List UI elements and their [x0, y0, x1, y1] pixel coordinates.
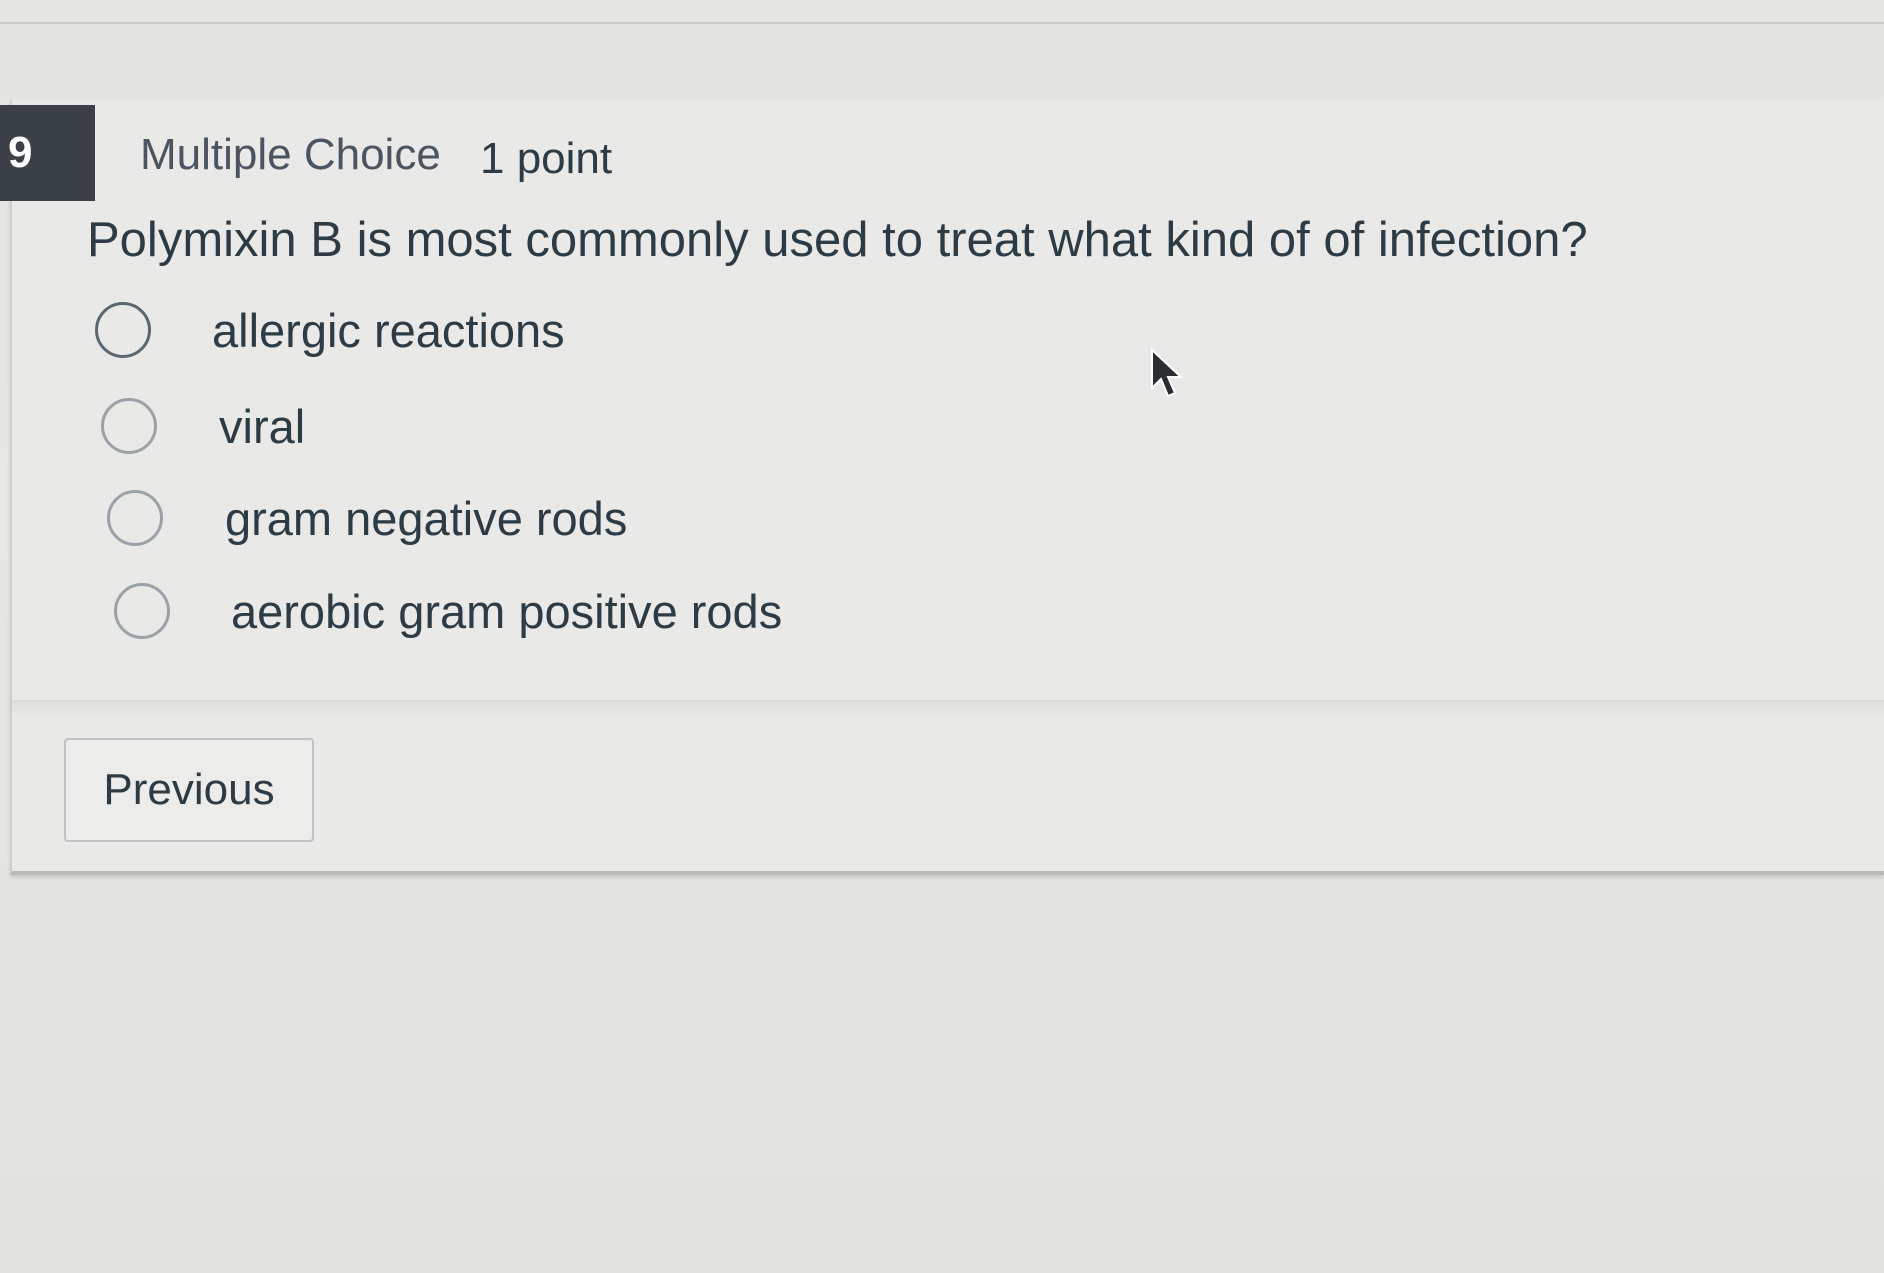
answer-option[interactable]: allergic reactions: [95, 302, 565, 358]
question-number: 9: [8, 128, 33, 177]
question-type-label: Multiple Choice: [140, 130, 441, 179]
radio-unchecked-icon[interactable]: [107, 490, 163, 546]
answer-option-label: viral: [219, 399, 306, 453]
radio-unchecked-icon[interactable]: [101, 398, 157, 454]
question-number-badge: 9: [0, 105, 95, 201]
answer-option[interactable]: gram negative rods: [107, 490, 627, 546]
question-text: Polymixin B is most commonly used to tre…: [87, 213, 1588, 267]
top-divider: [0, 0, 1884, 24]
answer-option[interactable]: viral: [101, 398, 305, 454]
answer-option-label: aerobic gram positive rods: [231, 584, 783, 638]
answer-option-label: allergic reactions: [212, 303, 565, 357]
answer-option[interactable]: aerobic gram positive rods: [114, 583, 782, 639]
answer-option-label: gram negative rods: [225, 491, 628, 545]
question-points: 1 point: [480, 134, 613, 183]
previous-button[interactable]: Previous: [64, 738, 314, 842]
section-divider: [12, 700, 1884, 718]
radio-unchecked-icon[interactable]: [114, 583, 170, 639]
radio-unchecked-icon[interactable]: [95, 302, 151, 358]
mouse-pointer-icon: [1151, 348, 1184, 398]
